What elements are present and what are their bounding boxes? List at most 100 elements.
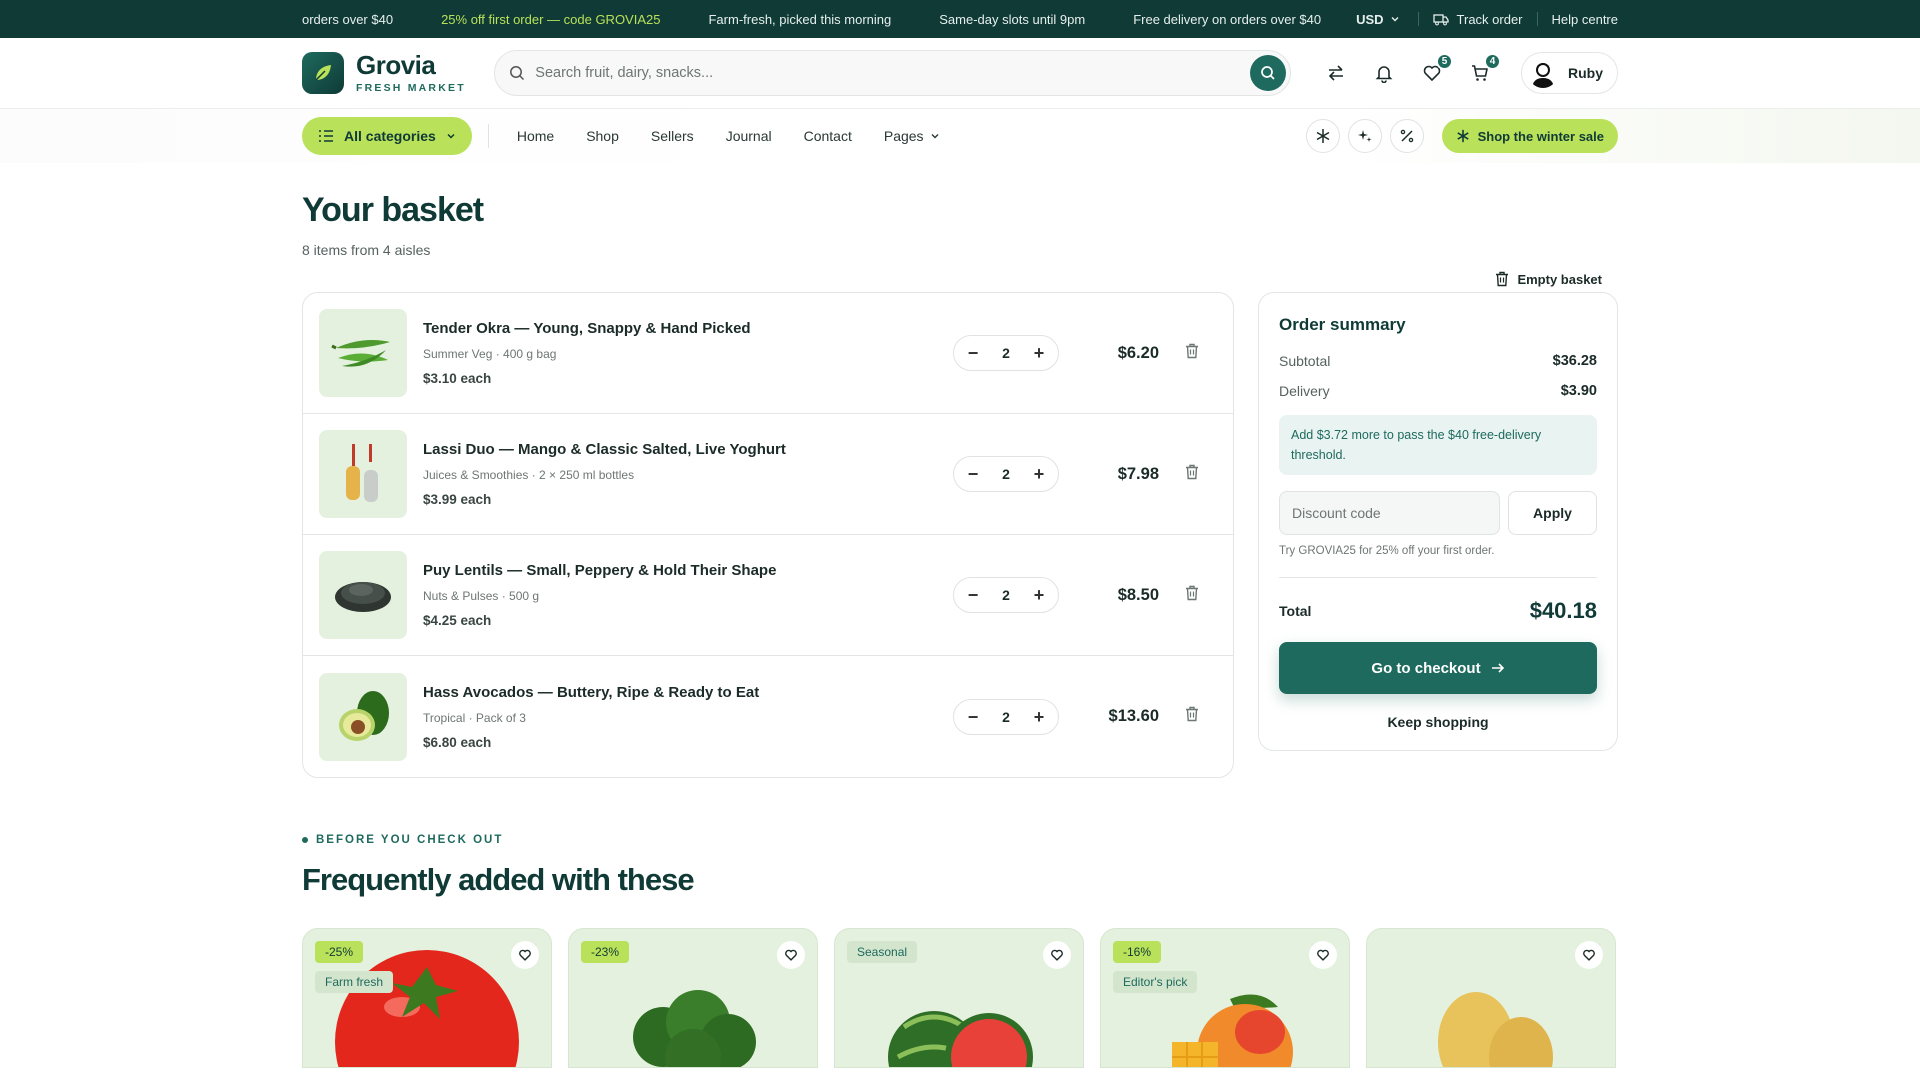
delivery-row: Delivery $3.90 (1279, 383, 1597, 399)
site-header: Grovia FRESH MARKET 5 4 (0, 38, 1920, 109)
quantity-value[interactable]: 2 (1002, 345, 1010, 361)
remove-item-button[interactable] (1185, 585, 1199, 606)
search-bar (494, 50, 1291, 96)
unit-price: $6.80 each (423, 734, 492, 750)
subtotal-value: $36.28 (1552, 353, 1597, 369)
increase-quantity-button[interactable]: + (1032, 708, 1046, 726)
tomato-image (335, 950, 519, 1067)
keep-shopping-link[interactable]: Keep shopping (1279, 714, 1597, 730)
remove-item-button[interactable] (1185, 343, 1199, 364)
ticker-item-promo[interactable]: 25% off first order — code GROVIA25 (441, 12, 660, 27)
chevron-down-icon (1391, 17, 1399, 22)
wishlist-toggle[interactable] (1309, 941, 1337, 969)
wishlist-button[interactable]: 5 (1419, 53, 1453, 86)
quantity-stepper: − 2 + (953, 335, 1059, 371)
currency-selector[interactable]: USD (1356, 12, 1419, 27)
discount-badge: -16% (1113, 941, 1162, 963)
brand-logo[interactable]: Grovia FRESH MARKET (302, 52, 473, 94)
apply-discount-button[interactable]: Apply (1508, 491, 1597, 535)
line-total: $7.98 (1117, 464, 1159, 483)
announcement-bar: orders over $40 25% off first order — co… (0, 0, 1920, 38)
decrease-quantity-button[interactable]: − (966, 344, 980, 362)
product-card-watermelon[interactable]: Seasonal (834, 928, 1084, 1068)
product-image-lassi[interactable] (319, 430, 407, 518)
quantity-value[interactable]: 2 (1002, 587, 1010, 603)
product-name[interactable]: Tender Okra — Young, Snappy & Hand Picke… (423, 320, 923, 337)
basket-item: Lassi Duo — Mango & Classic Salted, Live… (303, 414, 1233, 535)
heart-icon (519, 949, 531, 961)
quantity-value[interactable]: 2 (1002, 466, 1010, 482)
wishlist-toggle[interactable] (1575, 941, 1603, 969)
free-delivery-notice: Add $3.72 more to pass the $40 free-deli… (1279, 415, 1597, 475)
feature-badge: Farm fresh (315, 971, 394, 993)
potato-image (1438, 992, 1553, 1067)
empty-basket-button[interactable]: Empty basket (1495, 271, 1602, 287)
cart-button[interactable]: 4 (1467, 53, 1501, 86)
increase-quantity-button[interactable]: + (1032, 344, 1046, 362)
track-order-link[interactable]: Track order (1419, 11, 1538, 27)
track-order-label: Track order (1456, 11, 1523, 27)
quantity-stepper: − 2 + (953, 577, 1059, 613)
cart-count-badge: 4 (1484, 53, 1501, 70)
product-card-broccoli[interactable]: -23% (568, 928, 818, 1068)
feature-badge: Editor's pick (1113, 971, 1198, 993)
quantity-stepper: − 2 + (953, 698, 1059, 735)
trash-icon (1186, 464, 1198, 479)
product-name[interactable]: Hass Avocados — Buttery, Ripe & Ready to… (423, 684, 923, 701)
decrease-quantity-button[interactable]: − (966, 465, 980, 483)
product-card-potato[interactable] (1366, 928, 1616, 1068)
wishlist-toggle[interactable] (777, 941, 805, 969)
quantity-stepper: − 2 + (953, 456, 1059, 492)
increase-quantity-button[interactable]: + (1032, 465, 1046, 483)
nav-link-shop[interactable]: Shop (586, 128, 619, 144)
winter-sale-button[interactable]: Shop the winter sale (1441, 119, 1618, 153)
wishlist-toggle[interactable] (1043, 941, 1071, 969)
search-input[interactable] (535, 65, 1250, 81)
product-image-okra[interactable] (319, 309, 407, 397)
help-centre-link[interactable]: Help centre (1538, 12, 1618, 27)
sparkle-button[interactable] (1347, 119, 1382, 153)
product-card-tomato[interactable]: -25% Farm fresh (302, 928, 552, 1068)
product-image-avocado[interactable] (319, 672, 407, 761)
unit-price: $3.99 each (423, 492, 492, 507)
line-total: $8.50 (1117, 585, 1159, 604)
product-card-mango[interactable]: -16% Editor's pick (1100, 928, 1350, 1068)
increase-quantity-button[interactable]: + (1032, 586, 1046, 604)
heart-icon (1583, 949, 1595, 961)
user-menu[interactable]: Ruby (1521, 52, 1618, 94)
arrow-right-icon (1491, 663, 1504, 673)
compare-button[interactable] (1323, 60, 1349, 86)
product-name[interactable]: Puy Lentils — Small, Peppery & Hold Thei… (423, 562, 923, 579)
product-meta: Tropical · Pack of 3 (423, 710, 526, 725)
discount-code-input[interactable] (1279, 491, 1500, 535)
nav-link-sellers[interactable]: Sellers (651, 128, 694, 144)
nav-link-home[interactable]: Home (517, 128, 554, 144)
line-total: $6.20 (1117, 343, 1159, 362)
nav-link-contact[interactable]: Contact (804, 128, 852, 144)
search-submit-button[interactable] (1250, 55, 1286, 91)
page-title: Your basket (302, 191, 484, 229)
quantity-value[interactable]: 2 (1002, 709, 1010, 725)
wishlist-toggle[interactable] (511, 941, 539, 969)
all-categories-button[interactable]: All categories (302, 117, 472, 155)
decrease-quantity-button[interactable]: − (966, 586, 980, 604)
notifications-button[interactable] (1371, 60, 1397, 86)
checkout-button[interactable]: Go to checkout (1279, 642, 1597, 694)
product-image-lentils[interactable] (319, 551, 407, 639)
nav-link-journal[interactable]: Journal (726, 128, 772, 144)
snowflake-button[interactable] (1305, 119, 1340, 153)
broccoli-image (633, 990, 756, 1067)
promo-ticker: orders over $40 25% off first order — co… (302, 0, 1332, 38)
decrease-quantity-button[interactable]: − (966, 708, 980, 726)
nav-link-pages[interactable]: Pages (884, 128, 940, 144)
trash-icon (1186, 706, 1198, 722)
remove-item-button[interactable] (1185, 464, 1199, 485)
list-icon (319, 130, 333, 142)
deals-button[interactable] (1389, 119, 1424, 153)
summary-divider (1279, 577, 1597, 578)
snowflake-icon (1456, 129, 1469, 143)
empty-basket-label: Empty basket (1517, 271, 1602, 287)
remove-item-button[interactable] (1185, 706, 1199, 727)
product-meta: Nuts & Pulses · 500 g (423, 589, 540, 603)
product-name[interactable]: Lassi Duo — Mango & Classic Salted, Live… (423, 441, 923, 458)
